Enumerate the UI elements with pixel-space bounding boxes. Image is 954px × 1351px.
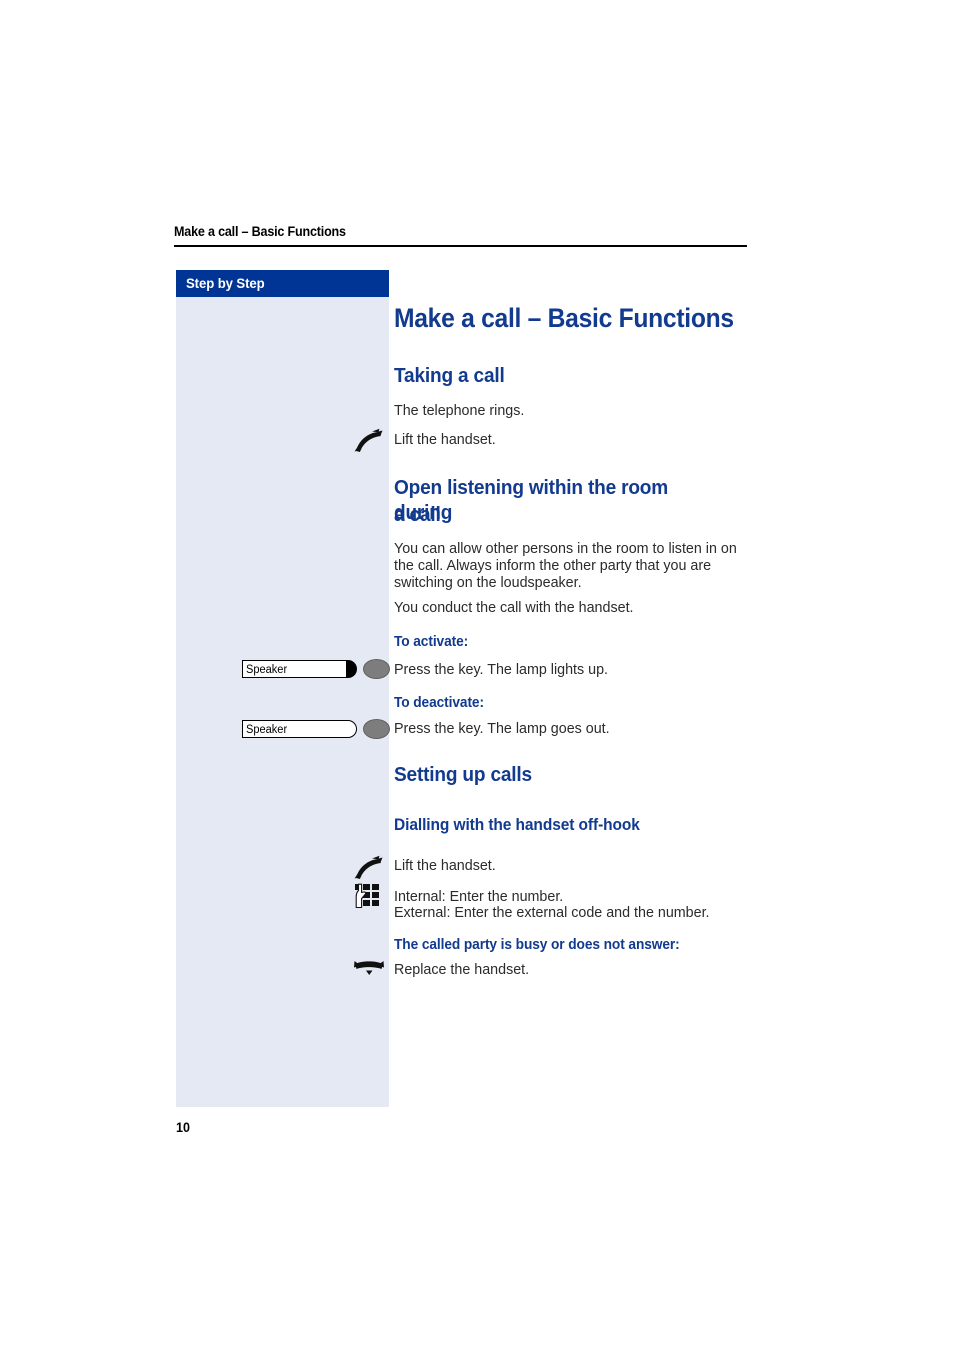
label-to-deactivate: To deactivate: [394, 695, 484, 711]
text-internal-enter-number: Internal: Enter the number. [394, 889, 564, 905]
speaker-key-deactivate[interactable]: Speaker [242, 719, 390, 742]
document-page: Make a call – Basic Functions Step by St… [0, 0, 954, 1351]
section-heading-taking-a-call: Taking a call [394, 364, 505, 387]
sidebar-header-bar: Step by Step [176, 270, 389, 297]
text-press-key-lamp-lights: Press the key. The lamp lights up. [394, 662, 609, 678]
paragraph-open-listening-line3: switching on the loudspeaker. [394, 575, 582, 591]
speaker-key-label-box: Speaker [242, 660, 348, 678]
speaker-key-lamp [363, 719, 390, 739]
header-rule [174, 245, 747, 247]
speaker-key-cap-empty [346, 720, 357, 738]
handset-replace-icon [352, 958, 392, 984]
paragraph-open-listening-line1: You can allow other persons in the room … [394, 541, 737, 557]
page-number: 10 [176, 1120, 190, 1135]
text-replace-handset: Replace the handset. [394, 962, 530, 978]
paragraph-open-listening-line2: the call. Always inform the other party … [394, 558, 712, 574]
speaker-key-label: Speaker [246, 724, 288, 736]
running-header-text: Make a call – Basic Functions [174, 224, 346, 239]
speaker-key-activate[interactable]: Speaker [242, 659, 390, 682]
page-title: Make a call – Basic Functions [394, 303, 734, 333]
keypad-hand-icon [355, 883, 395, 915]
handset-lift-icon [352, 855, 392, 881]
text-lift-handset-2: Lift the handset. [394, 858, 496, 874]
speaker-key-label-box: Speaker [242, 720, 348, 738]
text-press-key-lamp-out: Press the key. The lamp goes out. [394, 721, 610, 737]
running-header: Make a call – Basic Functions [174, 224, 747, 247]
speaker-key-cap-filled [346, 660, 357, 678]
speaker-key-label: Speaker [246, 664, 288, 676]
handset-lift-icon [352, 428, 392, 454]
paragraph-conduct-call: You conduct the call with the handset. [394, 600, 634, 616]
label-to-activate: To activate: [394, 634, 469, 650]
text-lift-handset-1: Lift the handset. [394, 432, 496, 448]
text-telephone-rings: The telephone rings. [394, 403, 525, 419]
speaker-key-lamp [363, 659, 390, 679]
text-external-enter-code: External: Enter the external code and th… [394, 905, 710, 921]
section-heading-open-listening-line2: a call [394, 503, 441, 526]
label-called-party-busy: The called party is busy or does not ans… [394, 937, 680, 953]
sidebar-header-label: Step by Step [186, 275, 265, 291]
section-heading-setting-up-calls: Setting up calls [394, 763, 532, 786]
subheading-dialling-handset-offhook: Dialling with the handset off-hook [394, 816, 640, 834]
